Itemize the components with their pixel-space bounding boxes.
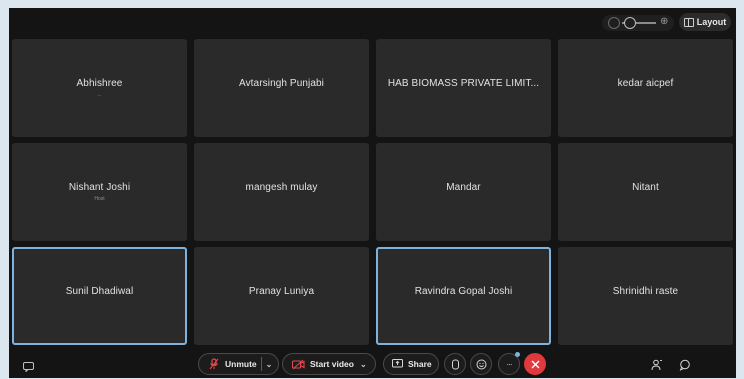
participant-tile[interactable]: Nitant bbox=[558, 143, 733, 241]
unmute-label: Unmute bbox=[225, 359, 257, 369]
participant-tile[interactable]: Avtarsingh Punjabi bbox=[194, 39, 369, 137]
participant-name: Nishant Joshi bbox=[68, 182, 131, 193]
participant-name: Abhishree bbox=[76, 78, 123, 89]
chevron-down-icon[interactable]: ⌄ bbox=[266, 360, 273, 369]
participant-subtitle: ... bbox=[97, 92, 102, 98]
messages-button[interactable] bbox=[679, 358, 691, 371]
share-label: Share bbox=[408, 359, 432, 369]
share-button[interactable]: Share bbox=[383, 353, 439, 375]
messages-icon bbox=[679, 359, 690, 371]
participant-tile[interactable]: mangesh mulay bbox=[194, 143, 369, 241]
layout-icon bbox=[683, 17, 694, 27]
notification-dot bbox=[515, 352, 520, 357]
mic-muted-icon bbox=[209, 358, 219, 370]
participants-icon bbox=[651, 359, 662, 371]
start-video-label: Start video bbox=[310, 359, 354, 369]
share-icon bbox=[392, 359, 403, 368]
participant-tile[interactable]: Sunil Dhadiwal bbox=[12, 247, 187, 345]
layout-label: Layout bbox=[696, 17, 727, 27]
participant-tile[interactable]: HAB BIOMASS PRIVATE LIMIT... bbox=[376, 39, 551, 137]
participant-tile[interactable]: kedar aicpef bbox=[558, 39, 733, 137]
zoom-slider[interactable]: ⊕ bbox=[602, 15, 674, 31]
zoom-handle[interactable] bbox=[624, 17, 636, 29]
participant-tile[interactable]: Mandar bbox=[376, 143, 551, 241]
meeting-window: ⊕ Layout Abhishree... Avtarsingh Punjabi H… bbox=[9, 8, 736, 378]
zoom-in-icon[interactable]: ⊕ bbox=[660, 16, 668, 27]
top-bar: ⊕ Layout bbox=[9, 8, 736, 38]
start-video-button[interactable]: Start video ⌄ bbox=[282, 353, 376, 375]
participant-name: Ravindra Gopal Joshi bbox=[414, 286, 513, 297]
hand-icon bbox=[451, 359, 459, 369]
video-off-icon bbox=[292, 359, 305, 369]
participant-name: mangesh mulay bbox=[245, 182, 318, 193]
more-icon: ··· bbox=[506, 359, 513, 369]
chat-button[interactable] bbox=[23, 359, 34, 373]
raise-hand-button[interactable] bbox=[444, 353, 466, 375]
participant-name: HAB BIOMASS PRIVATE LIMIT... bbox=[387, 78, 540, 89]
zoom-out-icon[interactable] bbox=[608, 17, 620, 29]
participant-name: Pranay Luniya bbox=[248, 286, 315, 297]
participant-subtitle: Host bbox=[94, 196, 105, 202]
bottom-toolbar: Unmute ⌄ Start video ⌄ Share ··· bbox=[9, 352, 736, 378]
divider bbox=[260, 357, 262, 371]
end-call-button[interactable] bbox=[524, 353, 546, 375]
layout-button[interactable]: Layout bbox=[679, 13, 731, 31]
unmute-button[interactable]: Unmute ⌄ bbox=[198, 353, 279, 375]
participants-button[interactable] bbox=[651, 358, 663, 371]
chat-icon bbox=[23, 362, 34, 373]
participant-tile[interactable]: Nishant Joshi Host bbox=[12, 143, 187, 241]
participant-name: Sunil Dhadiwal bbox=[65, 286, 134, 297]
participant-tile[interactable]: Abhishree... bbox=[12, 39, 187, 137]
participant-name: Shrinidhi raste bbox=[612, 286, 679, 297]
chevron-down-icon[interactable]: ⌄ bbox=[360, 360, 367, 369]
emoji-icon bbox=[476, 359, 486, 369]
participant-name: Nitant bbox=[632, 182, 659, 193]
participant-tile[interactable]: Shrinidhi raste bbox=[558, 247, 733, 345]
participant-name: Avtarsingh Punjabi bbox=[238, 78, 324, 89]
participant-tile[interactable]: Ravindra Gopal Joshi bbox=[376, 247, 551, 345]
more-button[interactable]: ··· bbox=[498, 352, 520, 375]
end-call-icon bbox=[531, 360, 539, 368]
participant-name: kedar aicpef bbox=[617, 78, 674, 89]
reactions-button[interactable] bbox=[470, 353, 492, 375]
participant-tile[interactable]: Pranay Luniya bbox=[194, 247, 369, 345]
participant-name: Mandar bbox=[446, 182, 481, 193]
